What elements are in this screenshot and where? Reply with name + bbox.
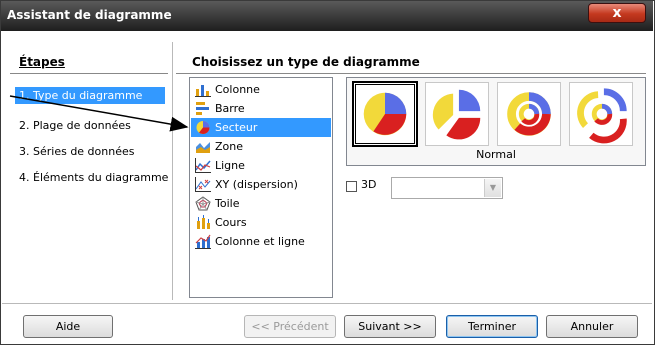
scatter-chart-icon [195,177,211,192]
chart-type-heading: Choisissez un type de diagramme [192,55,420,69]
window-title: Assistant de diagramme [7,8,172,22]
chart-type-label: Colonne et ligne [215,235,305,248]
finish-button[interactable]: Terminer [446,315,538,338]
variant-exploded-donut[interactable] [569,82,633,146]
stock-chart-icon [197,215,210,229]
pie-normal-icon [363,92,407,136]
column-chart-icon [195,85,211,97]
pie-exploded-icon [432,89,481,140]
variant-normal[interactable] [352,81,418,147]
step-chart-type[interactable]: 1. Type du diagramme [15,87,165,104]
previous-button[interactable]: << Précédent [244,315,336,338]
chart-type-line[interactable]: Ligne [191,156,331,175]
column-line-chart-icon [195,234,211,249]
net-chart-icon [195,196,211,211]
chart-type-label: Cours [215,216,247,229]
chart-type-xy[interactable]: XY (dispersion) [191,175,331,194]
steps-heading: Étapes [19,55,65,69]
panel-separator [172,42,173,300]
line-chart-icon [195,158,211,173]
pie-chart-icon [196,121,210,134]
button-bar-divider [2,303,652,304]
close-button[interactable]: x [588,3,646,23]
chart-type-column[interactable]: Colonne [191,80,331,99]
variant-caption: Normal [476,148,516,161]
chart-type-pie[interactable]: Secteur [191,118,331,137]
3d-style-dropdown[interactable]: ▼ [391,177,503,199]
step-data-range[interactable]: 2. Plage de données [15,117,165,134]
bar-chart-icon [196,102,209,115]
chart-type-list[interactable]: Colonne Barre Secteur Zone Ligne XY (dis… [189,77,333,298]
chart-type-divider [176,73,646,74]
pie-donut-icon [507,92,551,136]
next-button[interactable]: Suivant >> [344,315,436,338]
chart-type-label: Colonne [215,83,260,96]
pie-exploded-donut-icon [577,88,627,144]
chart-type-area[interactable]: Zone [191,137,331,156]
variant-exploded[interactable] [425,82,489,146]
variant-donut[interactable] [497,82,561,146]
chart-type-label: Secteur [215,121,258,134]
3d-checkbox[interactable] [346,181,357,192]
3d-label[interactable]: 3D [361,178,376,191]
steps-divider [10,73,168,74]
chart-type-bar[interactable]: Barre [191,99,331,118]
chart-type-label: Zone [215,140,244,153]
cancel-button[interactable]: Annuler [546,315,638,338]
chart-type-label: Toile [215,197,240,210]
chart-type-stock[interactable]: Cours [191,213,331,232]
help-button[interactable]: Aide [23,315,113,338]
chart-type-label: Barre [215,102,245,115]
step-chart-elements[interactable]: 4. Éléments du diagramme [15,169,168,186]
step-data-series[interactable]: 3. Séries de données [15,143,165,160]
chart-type-column-line[interactable]: Colonne et ligne [191,232,331,251]
chart-type-net[interactable]: Toile [191,194,331,213]
chevron-down-icon[interactable]: ▼ [484,179,501,197]
chart-type-label: XY (dispersion) [215,178,298,191]
area-chart-icon [196,142,210,153]
chart-type-label: Ligne [215,159,245,172]
